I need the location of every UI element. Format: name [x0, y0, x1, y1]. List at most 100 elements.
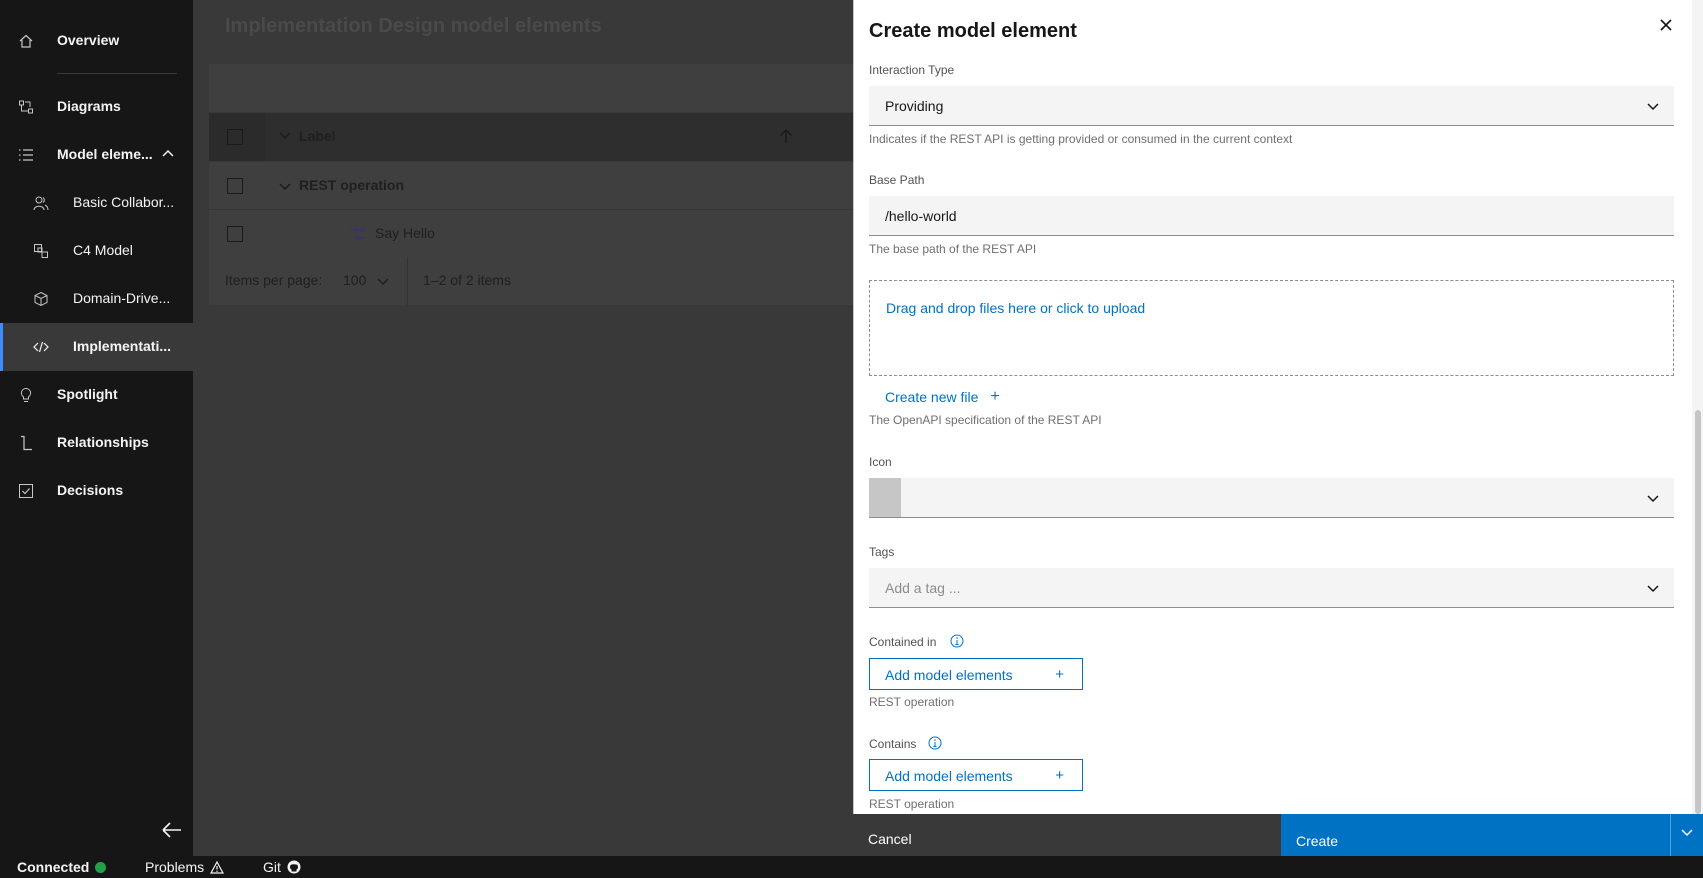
chevron-down-icon[interactable]	[377, 275, 389, 287]
create-new-file-label: Create new file	[885, 389, 979, 405]
sidebar-divider	[57, 73, 177, 74]
contained-in-helper: REST operation	[869, 695, 955, 709]
add-icon: +	[1055, 767, 1064, 784]
select-all-checkbox[interactable]	[227, 129, 243, 145]
git-status[interactable]: Git	[263, 859, 301, 875]
sidebar-item-label: Decisions	[57, 482, 124, 498]
tags-input[interactable]: Add a tag ...	[869, 568, 1674, 608]
tags-label: Tags	[869, 545, 895, 559]
base-path-helper: The base path of the REST API	[869, 242, 1037, 256]
chevron-up-icon[interactable]	[161, 146, 175, 160]
info-icon[interactable]	[928, 736, 942, 750]
panel-title: Create model element	[869, 20, 1077, 42]
contains-add-button[interactable]: Add model elements +	[869, 759, 1083, 791]
code-icon	[33, 341, 49, 353]
group-label: REST operation	[299, 177, 405, 193]
file-dropzone[interactable]: Drag and drop files here or click to upl…	[869, 280, 1674, 376]
problems-status[interactable]: Problems	[145, 859, 225, 875]
chevron-down-icon	[1647, 585, 1659, 593]
sidebar-item-label: Basic Collabor...	[73, 194, 175, 210]
row-checkbox[interactable]	[227, 226, 243, 242]
contains-helper: REST operation	[869, 797, 955, 811]
sidebar-item-label: Implementati...	[73, 338, 172, 354]
column-header-label[interactable]: Label	[299, 128, 336, 144]
items-per-page-select[interactable]: 100	[343, 272, 366, 288]
sidebar-item-relationships[interactable]: Relationships	[0, 419, 193, 467]
lightbulb-icon	[20, 387, 32, 402]
sort-arrow-up-icon[interactable]	[779, 128, 793, 144]
create-model-element-panel: Create model element Interaction Type Pr…	[853, 0, 1703, 856]
base-path-input[interactable]: /hello-world	[869, 196, 1674, 236]
sidebar-item-implementation[interactable]: Implementati...	[0, 323, 193, 371]
contains-label: Contains	[869, 737, 917, 751]
github-icon	[287, 860, 301, 874]
sidebar: Overview Diagrams Model eleme... Basic C…	[0, 0, 193, 856]
icon-swatch	[869, 478, 901, 517]
add-model-elements-label: Add model elements	[885, 667, 1013, 683]
cancel-label: Cancel	[868, 831, 912, 847]
dropzone-text: Drag and drop files here or click to upl…	[886, 300, 1146, 316]
table-header: Label	[209, 113, 853, 161]
diagram-icon	[19, 100, 33, 114]
items-per-page-label: Items per page:	[225, 272, 323, 288]
create-new-file-button[interactable]: Create new file +	[869, 381, 1016, 413]
git-label: Git	[263, 859, 281, 875]
table-group-row[interactable]: REST operation	[209, 162, 853, 210]
problems-label: Problems	[145, 859, 205, 875]
pager-range: 1–2 of 2 items	[423, 272, 511, 288]
chevron-down-icon	[1681, 829, 1693, 837]
table-toolbar	[209, 64, 853, 112]
sidebar-item-overview[interactable]: Overview	[0, 17, 193, 65]
list-icon	[19, 149, 33, 161]
tags-placeholder: Add a tag ...	[885, 580, 961, 596]
row-label[interactable]: Say Hello	[375, 225, 435, 241]
pagination: Items per page: 100 1–2 of 2 items	[209, 257, 853, 305]
connection-status[interactable]: Connected	[17, 859, 107, 875]
header-cell	[265, 113, 853, 161]
interaction-type-select[interactable]: Providing	[869, 86, 1674, 126]
sidebar-item-label: Diagrams	[57, 98, 121, 114]
sidebar-item-label: Model eleme...	[57, 146, 153, 162]
rest-operation-icon	[350, 227, 365, 241]
cube-icon	[34, 291, 48, 307]
add-icon: +	[1055, 666, 1064, 683]
connection-status-label: Connected	[17, 859, 90, 875]
chevron-down-icon[interactable]	[279, 180, 291, 192]
add-icon: +	[990, 388, 1000, 405]
status-bar: Connected Problems Git	[0, 856, 1703, 878]
sidebar-item-c4-model[interactable]: C4 Model	[0, 227, 193, 275]
sidebar-item-label: C4 Model	[73, 242, 133, 258]
chevron-down-icon[interactable]	[279, 129, 291, 141]
chevron-down-icon	[1647, 103, 1659, 111]
home-icon	[19, 34, 33, 48]
icon-label: Icon	[869, 455, 892, 469]
sidebar-item-decisions[interactable]: Decisions	[0, 467, 193, 515]
main-content: Implementation Design model elements Lab…	[193, 0, 853, 856]
contained-in-label: Contained in	[869, 635, 937, 649]
chevron-down-icon	[1647, 495, 1659, 503]
openapi-helper: The OpenAPI specification of the REST AP…	[869, 413, 1102, 427]
sidebar-item-diagrams[interactable]: Diagrams	[0, 83, 193, 131]
sidebar-item-label: Spotlight	[57, 386, 118, 402]
info-icon[interactable]	[950, 634, 964, 648]
sidebar-item-label: Domain-Drive...	[73, 290, 171, 306]
sidebar-item-spotlight[interactable]: Spotlight	[0, 371, 193, 419]
checkbox-icon	[19, 484, 33, 498]
base-path-label: Base Path	[869, 173, 925, 187]
collapse-sidebar-icon[interactable]	[160, 820, 184, 840]
close-icon[interactable]	[1656, 15, 1676, 35]
interaction-type-label: Interaction Type	[869, 63, 955, 77]
icon-select[interactable]	[869, 478, 1674, 518]
contained-in-add-button[interactable]: Add model elements +	[869, 658, 1083, 690]
base-path-value: /hello-world	[885, 208, 957, 224]
connection-status-dot	[95, 861, 107, 873]
sidebar-item-label: Relationships	[57, 434, 149, 450]
pager-divider	[407, 257, 408, 305]
table-row[interactable]: Say Hello	[209, 210, 853, 258]
sidebar-item-basic-collaboration[interactable]: Basic Collabor...	[0, 179, 193, 227]
panel-scrollbar-thumb[interactable]	[1695, 410, 1701, 814]
add-model-elements-label: Add model elements	[885, 768, 1013, 784]
row-checkbox[interactable]	[227, 178, 243, 194]
sidebar-item-domain-driven[interactable]: Domain-Drive...	[0, 275, 193, 323]
c4-icon	[34, 244, 48, 258]
